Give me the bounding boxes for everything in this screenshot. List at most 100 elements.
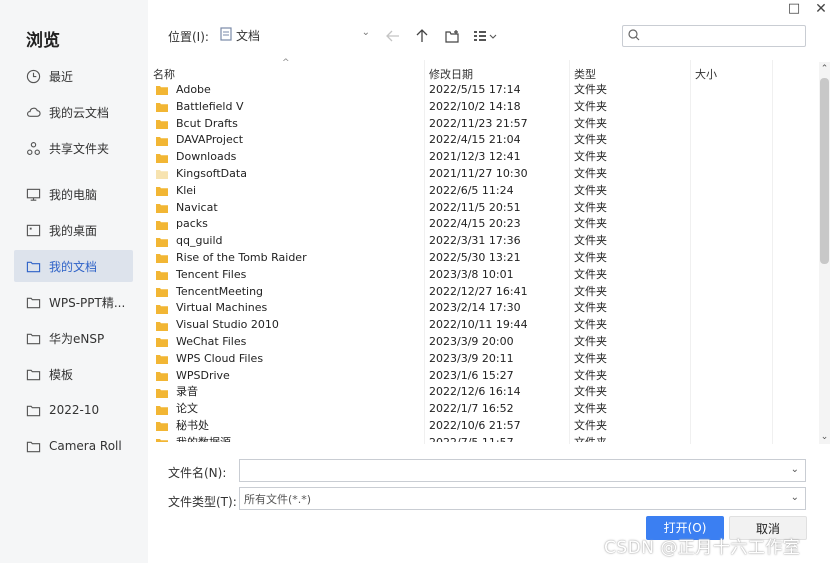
- folder-icon: [156, 186, 176, 197]
- sidebar-item[interactable]: 模板: [14, 358, 133, 390]
- close-button[interactable]: ✕: [807, 0, 830, 18]
- view-list-icon[interactable]: [472, 27, 500, 45]
- sidebar-item-label: 华为eNSP: [49, 331, 105, 346]
- file-date: 2023/1/6 15:27: [429, 368, 514, 382]
- sidebar-title: 浏览: [26, 31, 60, 51]
- file-date: 2022/10/6 21:57: [429, 418, 521, 432]
- arrow-left-icon[interactable]: [384, 27, 402, 45]
- file-date: 2022/10/11 19:44: [429, 318, 528, 332]
- folder-icon: [156, 354, 176, 365]
- table-row[interactable]: packs 2022/4/15 20:23 文件夹: [148, 216, 813, 233]
- location-label: 位置(I):: [168, 30, 209, 44]
- file-date: 2022/7/5 11:57: [429, 435, 514, 442]
- search-icon: [628, 28, 640, 44]
- file-name-cell: packs: [156, 216, 208, 233]
- file-name: Visual Studio 2010: [176, 318, 279, 332]
- file-type: 文件夹: [574, 99, 607, 113]
- table-row[interactable]: Rise of the Tomb Raider 2022/5/30 13:21 文件…: [148, 250, 813, 267]
- file-name: 论文: [176, 402, 198, 416]
- folder-icon: [156, 102, 176, 113]
- file-name: qq_guild: [176, 234, 223, 248]
- table-row[interactable]: DAVAProject 2022/4/15 21:04 文件夹: [148, 132, 813, 149]
- table-row[interactable]: Tencent Files 2023/3/8 10:01 文件夹: [148, 267, 813, 284]
- file-name: Navicat: [176, 200, 218, 214]
- table-row[interactable]: Downloads 2021/12/3 12:41 文件夹: [148, 149, 813, 166]
- folder-icon: [156, 85, 176, 96]
- watermark: CSDN @正月十六工作室: [604, 538, 801, 558]
- column-header-name[interactable]: 名称: [153, 66, 175, 82]
- table-row[interactable]: Virtual Machines 2023/2/14 17:30 文件夹: [148, 300, 813, 317]
- table-row[interactable]: 秘书处 2022/10/6 21:57 文件夹: [148, 418, 813, 435]
- table-row[interactable]: Visual Studio 2010 2022/10/11 19:44 文件夹: [148, 317, 813, 334]
- scroll-down-icon[interactable]: ⌄: [819, 432, 830, 442]
- location-select[interactable]: 文档 ⌄: [214, 24, 374, 46]
- table-row[interactable]: Battlefield V 2022/10/2 14:18 文件夹: [148, 99, 813, 116]
- scroll-up-icon[interactable]: ⌃: [819, 64, 830, 74]
- file-date: 2022/4/15 20:23: [429, 217, 521, 231]
- file-date: 2023/3/9 20:11: [429, 351, 514, 365]
- sidebar-item-label: 我的云文档: [49, 105, 110, 120]
- file-name: DAVAProject: [176, 133, 244, 147]
- sidebar-item[interactable]: 我的电脑: [14, 178, 133, 210]
- column-header-size[interactable]: 大小: [695, 66, 717, 82]
- folder-icon: [26, 259, 49, 274]
- table-row[interactable]: 我的数据源 2022/7/5 11:57 文件夹: [148, 435, 813, 442]
- table-row[interactable]: Adobe 2022/5/15 17:14 文件夹: [148, 82, 813, 99]
- file-list: 名称 ^ 修改日期 类型 大小 Adobe 2022/5/15 17:14 文件夹 B…: [148, 58, 830, 444]
- column-header-date[interactable]: 修改日期: [429, 66, 473, 82]
- sidebar-item[interactable]: 共享文件夹: [14, 132, 133, 164]
- folder-icon: [156, 287, 176, 297]
- sidebar-item[interactable]: WPS-PPT精...: [14, 286, 133, 318]
- table-row[interactable]: WeChat Files 2023/3/9 20:00 文件夹: [148, 334, 813, 351]
- sidebar-item[interactable]: 2022-10: [14, 394, 133, 426]
- file-date: 2022/11/5 20:51: [429, 200, 521, 214]
- folder-icon: [26, 331, 49, 346]
- sidebar-item[interactable]: 华为eNSP: [14, 322, 133, 354]
- file-name-cell: Bcut Drafts: [156, 116, 238, 133]
- table-row[interactable]: WPS Cloud Files 2023/3/9 20:11 文件夹: [148, 351, 813, 368]
- new-folder-icon[interactable]: [443, 27, 461, 45]
- folder-icon: [156, 388, 176, 398]
- file-type: 文件夹: [574, 368, 607, 382]
- monitor-icon: [26, 187, 49, 202]
- sidebar-item[interactable]: 我的文档: [14, 250, 133, 282]
- table-row[interactable]: TencentMeeting 2022/12/27 16:41 文件夹: [148, 284, 813, 301]
- chevron-down-icon[interactable]: ⌄: [791, 464, 799, 475]
- file-name-cell: TencentMeeting: [156, 284, 263, 301]
- file-name: TencentMeeting: [176, 284, 264, 298]
- table-row[interactable]: 论文 2022/1/7 16:52 文件夹: [148, 401, 813, 418]
- folder-icon: [156, 405, 176, 415]
- file-name-cell: Adobe: [156, 82, 211, 99]
- folder-icon: [156, 119, 176, 129]
- folder-icon: [156, 153, 176, 163]
- table-row[interactable]: Bcut Drafts 2022/11/23 21:57 文件夹: [148, 116, 813, 133]
- search-input[interactable]: [622, 25, 806, 47]
- sort-ascending-icon: ^: [282, 58, 290, 68]
- file-name-cell: WeChat Files: [156, 334, 246, 351]
- filetype-select[interactable]: 所有文件(*.*) ⌄: [239, 487, 806, 510]
- table-row[interactable]: KingsoftData 2021/11/27 10:30 文件夹: [148, 166, 813, 183]
- sidebar-item[interactable]: 最近: [14, 60, 133, 92]
- arrow-up-icon[interactable]: [413, 27, 431, 45]
- file-name: WeChat Files: [176, 334, 247, 348]
- table-row[interactable]: qq_guild 2022/3/31 17:36 文件夹: [148, 233, 813, 250]
- column-header-type[interactable]: 类型: [574, 66, 596, 82]
- vertical-scrollbar[interactable]: ⌃ ⌄: [819, 62, 830, 444]
- chevron-down-icon[interactable]: ⌄: [791, 492, 799, 503]
- file-name-cell: Rise of the Tomb Raider: [156, 250, 307, 267]
- table-row[interactable]: Klei 2022/6/5 11:24 文件夹: [148, 183, 813, 200]
- table-row[interactable]: Navicat 2022/11/5 20:51 文件夹: [148, 200, 813, 217]
- sidebar-item[interactable]: 我的云文档: [14, 96, 133, 128]
- sidebar-item[interactable]: 我的桌面: [14, 214, 133, 246]
- table-row[interactable]: 录音 2022/12/6 16:14 文件夹: [148, 384, 813, 401]
- file-date: 2021/11/27 10:30: [429, 166, 528, 180]
- file-type: 文件夹: [574, 83, 607, 96]
- file-type: 文件夹: [574, 234, 607, 248]
- table-row[interactable]: WPSDrive 2023/1/6 15:27 文件夹: [148, 368, 813, 385]
- maximize-button[interactable]: □: [780, 0, 808, 18]
- filetype-label: 文件类型(T):: [168, 495, 237, 509]
- scrollbar-thumb[interactable]: [820, 78, 829, 264]
- filename-field[interactable]: ⌄: [239, 459, 806, 482]
- sidebar-item[interactable]: Camera Roll: [14, 430, 133, 462]
- folder-icon: [156, 203, 176, 213]
